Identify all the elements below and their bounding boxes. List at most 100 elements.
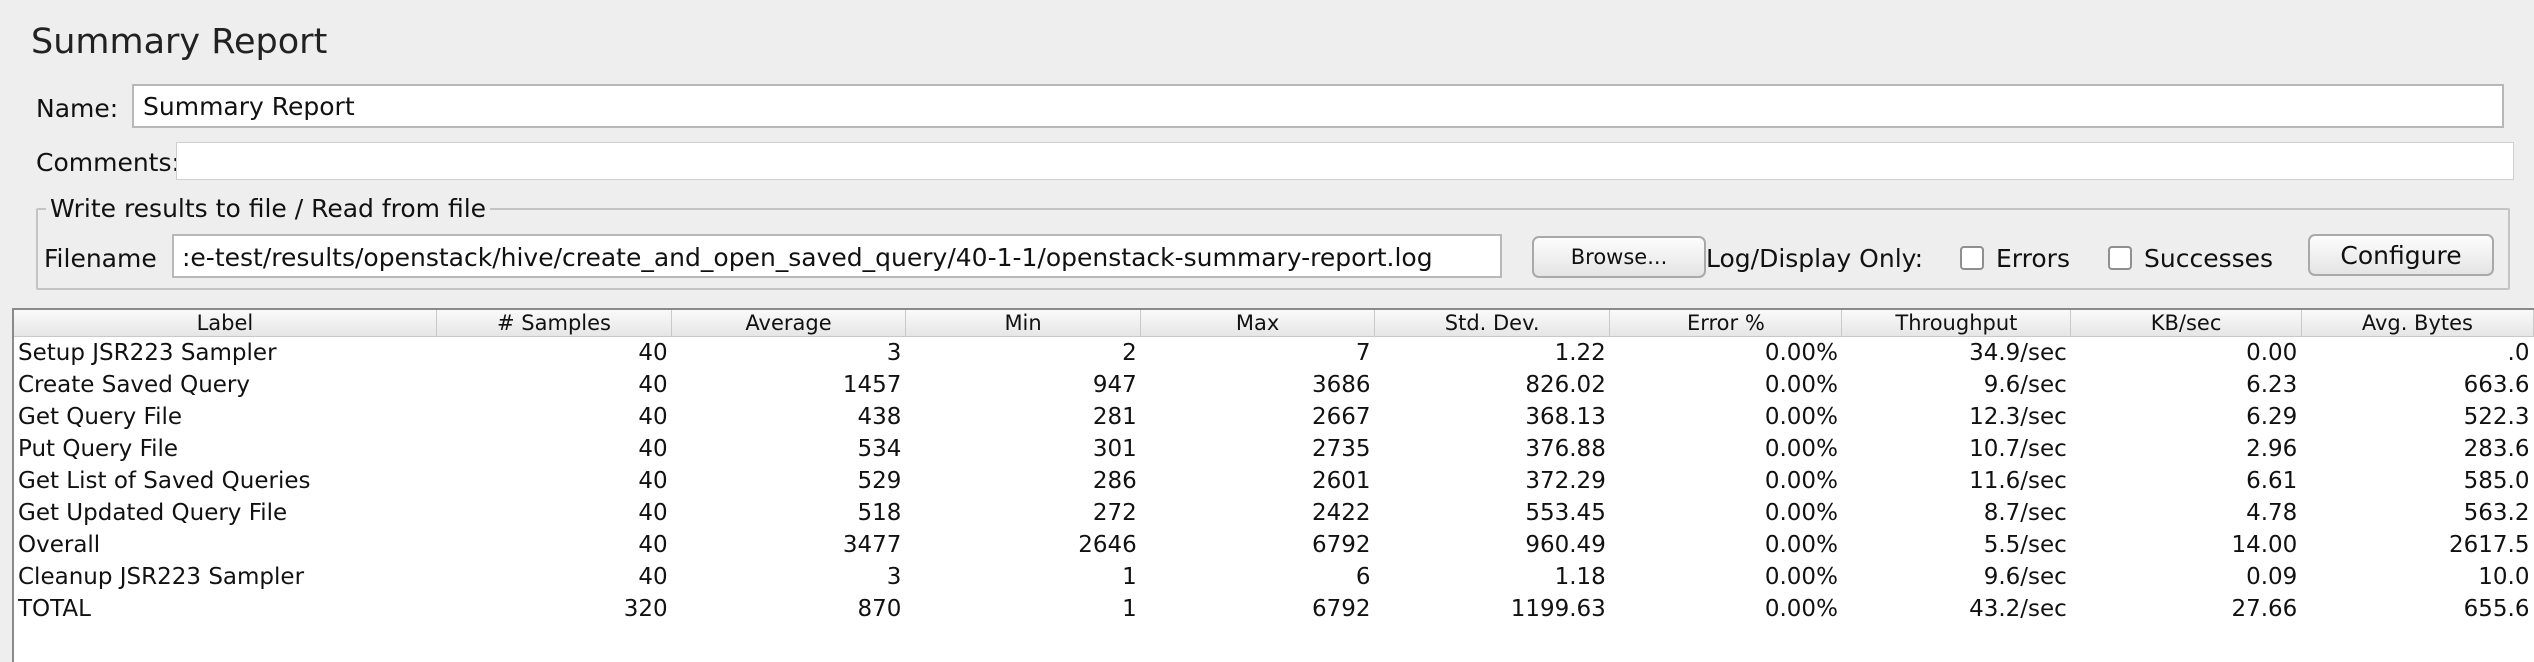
table-row[interactable]: TOTAL 320 870 1 6792 1199.63 0.00% 43.2/sec 27.6… <box>14 593 2534 625</box>
table-cell: 0.09 <box>2246 563 2298 590</box>
table-cell: 0.00 <box>2246 339 2298 366</box>
table-cell: TOTAL <box>18 595 91 622</box>
table-cell: 529 <box>857 467 902 494</box>
table-cell: 1.22 <box>1554 339 1606 366</box>
table-cell: 870 <box>857 595 902 622</box>
column-header-std-dev[interactable]: Std. Dev. <box>1374 310 1611 337</box>
column-header-samples[interactable]: # Samples <box>436 310 673 337</box>
column-header-avg-bytes[interactable]: Avg. Bytes <box>2301 310 2534 337</box>
table-cell: 2735 <box>1311 435 1371 462</box>
table-cell: 0.00% <box>1764 403 1838 430</box>
table-cell: 2646 <box>1078 531 1137 558</box>
table-row[interactable]: Overall 40 3477 2646 6792 960.49 0.00% 5.5/sec 1… <box>14 529 2534 561</box>
table-cell: 0.00% <box>1764 595 1838 622</box>
comments-label: Comments: <box>36 148 180 177</box>
filename-field[interactable]: :e-test/results/openstack/hive/create_an… <box>172 234 1502 278</box>
column-header-average[interactable]: Average <box>671 310 906 337</box>
table-cell: 1 <box>1122 595 1137 622</box>
table-cell: 947 <box>1092 371 1137 398</box>
table-cell: 6792 <box>1311 595 1371 622</box>
table-cell: 1 <box>1122 563 1137 590</box>
comments-field[interactable] <box>176 142 2514 180</box>
table-row[interactable]: Create Saved Query 40 1457 947 3686 826.02 0.0… <box>14 369 2534 401</box>
table-cell: 2617.5 <box>2449 531 2530 558</box>
table-cell: 0.00% <box>1764 563 1838 590</box>
table-cell: 0.00% <box>1764 467 1838 494</box>
table-row[interactable]: Put Query File 40 534 301 2735 376.88 0.00% 10.… <box>14 433 2534 465</box>
table-cell: 301 <box>1092 435 1137 462</box>
table-cell: 283.6 <box>2463 435 2530 462</box>
table-cell: 40 <box>638 339 668 366</box>
table-cell: 10.7/sec <box>1969 435 2067 462</box>
table-cell: 6792 <box>1311 531 1371 558</box>
column-header-max[interactable]: Max <box>1140 310 1375 337</box>
table-cell: 6.23 <box>2246 371 2298 398</box>
table-row[interactable]: Setup JSR223 Sampler 40 3 2 7 1.22 0.00% 34.9/s… <box>14 337 2534 369</box>
table-cell: 286 <box>1092 467 1137 494</box>
table-cell: 34.9/sec <box>1969 339 2067 366</box>
name-field[interactable] <box>132 84 2504 128</box>
table-cell: 3477 <box>842 531 902 558</box>
successes-checkbox[interactable] <box>2108 246 2132 270</box>
table-cell: 7 <box>1355 339 1371 366</box>
table-row[interactable]: Get List of Saved Queries 40 529 286 2601 372… <box>14 465 2534 497</box>
table-cell: 40 <box>638 435 668 462</box>
results-table: Label # Samples Average Min Max Std. Dev… <box>14 310 2534 625</box>
table-cell: 40 <box>638 371 668 398</box>
table-cell: 0.00% <box>1764 435 1838 462</box>
table-cell: 518 <box>857 499 902 526</box>
table-cell: 14.00 <box>2231 531 2298 558</box>
table-cell: 40 <box>638 531 668 558</box>
table-cell: 10.0 <box>2478 563 2530 590</box>
column-header-label[interactable]: Label <box>14 310 437 337</box>
column-header-min[interactable]: Min <box>905 310 1142 337</box>
column-header-throughput[interactable]: Throughput <box>1841 310 2072 337</box>
table-cell: 2 <box>1122 339 1137 366</box>
table-cell: 2667 <box>1311 403 1371 430</box>
table-header-row: Label # Samples Average Min Max Std. Dev… <box>14 310 2534 337</box>
filename-label: Filename <box>44 244 157 273</box>
table-cell: 3686 <box>1311 371 1371 398</box>
table-cell: Put Query File <box>18 435 179 462</box>
table-cell: 826.02 <box>1525 371 1606 398</box>
table-cell: 6 <box>1355 563 1371 590</box>
table-row[interactable]: Cleanup JSR223 Sampler 40 3 1 6 1.18 0.00% 9.6/… <box>14 561 2534 593</box>
table-cell: 534 <box>857 435 902 462</box>
table-row[interactable]: Get Query File 40 438 281 2667 368.13 0.00% 12.… <box>14 401 2534 433</box>
errors-checkbox-label[interactable]: Errors <box>1996 244 2070 273</box>
table-cell: 0.00% <box>1764 531 1838 558</box>
table-cell: Get Query File <box>18 403 182 430</box>
column-header-error-percent[interactable]: Error % <box>1609 310 1843 337</box>
table-cell: 960.49 <box>1525 531 1606 558</box>
table-cell: 3 <box>886 563 902 590</box>
table-cell: 272 <box>1092 499 1137 526</box>
table-cell: 320 <box>623 595 668 622</box>
errors-checkbox[interactable] <box>1960 246 1984 270</box>
table-cell: 6.29 <box>2246 403 2298 430</box>
table-cell: 2601 <box>1311 467 1371 494</box>
browse-button[interactable]: Browse... <box>1532 236 1706 278</box>
table-cell: 11.6/sec <box>1969 467 2067 494</box>
table-cell: 438 <box>857 403 902 430</box>
table-cell: Create Saved Query <box>18 371 250 398</box>
name-label: Name: <box>36 94 119 123</box>
table-cell: 0.00% <box>1764 371 1838 398</box>
panel-title: Summary Report <box>31 22 328 62</box>
table-cell: 0.00% <box>1764 339 1838 366</box>
table-cell: Cleanup JSR223 Sampler <box>18 563 305 590</box>
table-cell: 4.78 <box>2246 499 2298 526</box>
table-cell: 9.6/sec <box>1983 371 2067 398</box>
table-cell: 40 <box>638 499 668 526</box>
table-cell: 563.2 <box>2463 499 2530 526</box>
table-cell: 40 <box>638 467 668 494</box>
column-header-kb-sec[interactable]: KB/sec <box>2070 310 2302 337</box>
successes-checkbox-label[interactable]: Successes <box>2144 244 2273 273</box>
results-table-container[interactable]: Label # Samples Average Min Max Std. Dev… <box>12 308 2534 662</box>
table-cell: 6.61 <box>2246 467 2298 494</box>
table-cell: Overall <box>18 531 101 558</box>
table-cell: 2.96 <box>2246 435 2298 462</box>
table-cell: 1199.63 <box>1510 595 1606 622</box>
configure-button[interactable]: Configure <box>2308 234 2494 276</box>
table-cell: 372.29 <box>1525 467 1606 494</box>
table-row[interactable]: Get Updated Query File 40 518 272 2422 553.45… <box>14 497 2534 529</box>
